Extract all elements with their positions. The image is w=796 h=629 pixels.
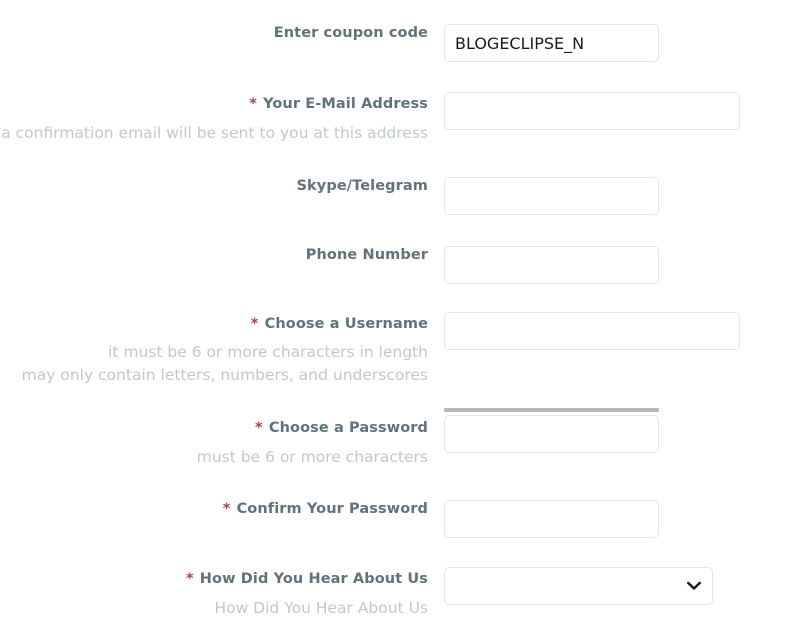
label-phone: Phone Number	[0, 246, 428, 264]
help-password-0: must be 6 or more characters	[196, 448, 428, 467]
label-col-password: * Choose a Password must be 6 or more ch…	[0, 419, 428, 469]
label-skype: Skype/Telegram	[0, 177, 428, 195]
help-email-0: a confirmation email will be sent to you…	[1, 124, 428, 143]
label-username: * Choose a Username	[0, 315, 428, 333]
field-col-coupon	[444, 24, 659, 62]
label-email-text: Your E-Mail Address	[263, 96, 428, 112]
help-referral-source-0: How Did You Hear About Us	[214, 599, 428, 618]
label-coupon: Enter coupon code	[0, 24, 428, 42]
label-username-text: Choose a Username	[264, 316, 428, 332]
username-input[interactable]	[444, 312, 740, 350]
required-marker-email: *	[249, 96, 257, 112]
required-marker-username: *	[250, 316, 259, 332]
coupon-input[interactable]	[444, 24, 659, 62]
required-marker-referral-source: *	[185, 571, 194, 587]
email-input[interactable]	[444, 92, 740, 130]
label-col-phone: Phone Number	[0, 246, 428, 264]
confirm-password-input[interactable]	[444, 500, 659, 538]
label-confirm-password-text: Confirm Your Password	[236, 501, 428, 517]
referral-source-select[interactable]	[444, 567, 713, 605]
field-col-skype	[444, 177, 659, 215]
help-username-1: may only contain letters, numbers, and u…	[21, 365, 428, 384]
required-marker-confirm-password: *	[222, 501, 231, 517]
label-col-confirm-password: * Confirm Your Password	[0, 500, 428, 518]
label-col-email: * Your E-Mail Address a confirmation ema…	[0, 95, 428, 145]
required-marker-password: *	[255, 420, 263, 436]
field-col-referral-source	[444, 567, 713, 605]
field-col-confirm-password	[444, 500, 659, 538]
label-skype-text: Skype/Telegram	[296, 178, 428, 194]
label-col-coupon: Enter coupon code	[0, 24, 428, 42]
label-email: * Your E-Mail Address	[0, 95, 428, 113]
label-phone-text: Phone Number	[305, 247, 428, 263]
phone-input[interactable]	[444, 246, 659, 284]
help-username-0: it must be 6 or more characters in lengt…	[108, 343, 428, 362]
label-referral-source: * How Did You Hear About Us	[0, 570, 428, 588]
registration-form: Enter coupon code * Your E-Mail Address …	[0, 0, 796, 629]
password-input[interactable]	[444, 415, 659, 453]
field-col-username	[444, 312, 740, 350]
label-password-text: Choose a Password	[268, 420, 428, 436]
referral-source-select-wrap	[444, 567, 713, 605]
label-referral-source-text: How Did You Hear About Us	[199, 571, 428, 587]
skype-input[interactable]	[444, 177, 659, 215]
label-col-username: * Choose a Username it must be 6 or more…	[0, 315, 428, 386]
label-password: * Choose a Password	[0, 419, 428, 437]
field-col-password	[444, 415, 659, 453]
label-coupon-text: Enter coupon code	[273, 25, 428, 41]
field-col-phone	[444, 246, 659, 284]
label-confirm-password: * Confirm Your Password	[0, 500, 428, 518]
password-strength-meter	[444, 408, 659, 412]
field-col-email	[444, 92, 740, 130]
label-col-skype: Skype/Telegram	[0, 177, 428, 195]
label-col-referral-source: * How Did You Hear About Us How Did You …	[0, 570, 428, 620]
